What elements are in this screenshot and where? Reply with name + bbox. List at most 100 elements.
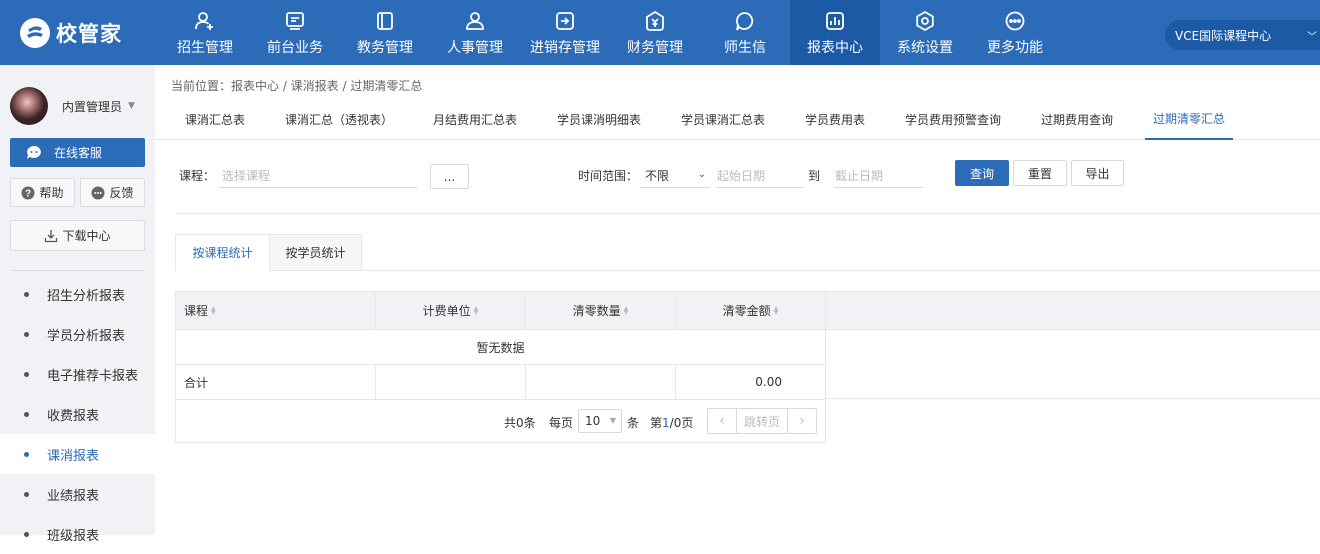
settings-icon xyxy=(914,9,936,33)
export-button[interactable]: 导出 xyxy=(1071,160,1124,186)
report-icon xyxy=(824,9,846,33)
inventory-icon xyxy=(554,9,576,33)
user-name: 内置管理员 xyxy=(62,99,123,114)
org-selector[interactable]: VCE国际课程中心 ﹀ xyxy=(1165,20,1320,50)
bullet-icon xyxy=(24,291,29,297)
tab-course-consumption-summary[interactable]: 课消汇总表 xyxy=(185,99,245,140)
nav-item-finance[interactable]: 财务管理 xyxy=(610,0,700,65)
chevron-left-icon[interactable]: ‹ xyxy=(708,409,736,433)
help-button[interactable]: ? 帮助 xyxy=(10,178,75,207)
feedback-label: 反馈 xyxy=(109,186,134,200)
feedback-button[interactable]: 反馈 xyxy=(80,178,145,207)
tab-expired-clearing-summary[interactable]: 过期清零汇总 xyxy=(1145,99,1234,140)
nav-item-settings[interactable]: 系统设置 xyxy=(880,0,970,65)
nav-item-inventory[interactable]: 进销存管理 xyxy=(520,0,610,65)
sidebar-item-student-report[interactable]: 学员分析报表 xyxy=(0,314,155,354)
summary-billing-unit xyxy=(376,365,526,400)
tab-monthly-fee-summary[interactable]: 月结费用汇总表 xyxy=(433,99,517,140)
feedback-icon xyxy=(91,186,105,200)
course-filter-label: 课程： xyxy=(179,169,216,183)
tab-expired-fee-query[interactable]: 过期费用查询 xyxy=(1041,99,1113,140)
caret-down-icon: ▼ xyxy=(609,416,616,425)
time-range-select[interactable]: 不限 ⌄ xyxy=(640,164,710,188)
nav-item-front-desk[interactable]: 前台业务 xyxy=(250,0,340,65)
sidebar-divider xyxy=(10,270,145,271)
per-page-label: 每页 xyxy=(549,416,574,430)
bullet-icon xyxy=(24,531,29,537)
nav-item-hr[interactable]: 人事管理 xyxy=(430,0,520,65)
question-icon: ? xyxy=(21,186,35,200)
sidebar-item-referral-card-report[interactable]: 电子推荐卡报表 xyxy=(0,354,155,394)
download-center-label: 下载中心 xyxy=(62,229,111,243)
time-range-value: 不限 xyxy=(645,169,670,183)
brand-logo[interactable]: 校管家 xyxy=(0,0,155,65)
logo-icon xyxy=(20,17,50,48)
download-icon xyxy=(44,229,58,243)
pagination: 共0条 每页 10 ▼ 条 第1/0页 ‹ 跳转页 › xyxy=(176,400,825,442)
brand-name: 校管家 xyxy=(56,21,122,46)
person-icon xyxy=(464,9,486,33)
start-date-input[interactable]: 起始日期 xyxy=(716,164,804,188)
caret-down-icon: ▼ xyxy=(128,101,135,111)
person-plus-icon xyxy=(194,9,216,33)
total-count: 共0条 xyxy=(504,416,536,430)
page-size-value: 10 xyxy=(585,414,601,428)
nav-item-reports[interactable]: 报表中心 xyxy=(790,0,880,65)
sidebar-item-fee-report[interactable]: 收费报表 xyxy=(0,394,155,434)
bullet-icon xyxy=(24,371,29,377)
course-input[interactable]: 选择课程 xyxy=(219,164,417,188)
tab-student-fee-warning[interactable]: 学员费用预警查询 xyxy=(905,99,1001,140)
query-button[interactable]: 查询 xyxy=(955,160,1009,186)
nav-item-more[interactable]: 更多功能 xyxy=(970,0,1060,65)
tab-by-student[interactable]: 按学员统计 xyxy=(269,234,362,271)
help-label: 帮助 xyxy=(39,186,64,200)
end-date-input[interactable]: 截止日期 xyxy=(834,164,923,188)
chevron-right-icon[interactable]: › xyxy=(788,409,816,433)
summary-quantity xyxy=(526,365,676,400)
pager-controls: ‹ 跳转页 › xyxy=(707,408,817,434)
table-extension-line xyxy=(826,398,1320,399)
nav-item-academic[interactable]: 教务管理 xyxy=(340,0,430,65)
monitor-icon xyxy=(284,9,306,33)
online-service-button[interactable]: 在线客服 xyxy=(10,138,145,167)
bullet-icon xyxy=(24,491,29,497)
filter-divider xyxy=(175,213,1320,214)
course-picker-button[interactable]: ... xyxy=(430,164,469,189)
chat-icon xyxy=(734,9,756,33)
tab-consumption-pivot[interactable]: 课消汇总（透视表） xyxy=(285,99,393,140)
tab-student-consumption-summary[interactable]: 学员课消汇总表 xyxy=(681,99,765,140)
tab-by-course[interactable]: 按课程统计 xyxy=(175,234,270,271)
sidebar-item-enrollment-report[interactable]: 招生分析报表 xyxy=(0,274,155,314)
breadcrumb: 当前位置：报表中心 / 课消报表 / 过期清零汇总 xyxy=(171,79,423,93)
current-page: 1 xyxy=(662,416,670,430)
book-icon xyxy=(374,9,396,33)
sidebar-item-class-report[interactable]: 班级报表 xyxy=(0,514,155,554)
page-indicator: 第1/0页 xyxy=(650,416,694,430)
empty-data-message: 暂无数据 xyxy=(176,331,825,365)
bullet-icon xyxy=(24,451,29,457)
bullet-icon xyxy=(24,331,29,337)
chevron-down-icon: ﹀ xyxy=(1307,32,1317,43)
chevron-down-icon: ⌄ xyxy=(697,169,706,180)
report-tab-bar: 课消汇总表 课消汇总（透视表） 月结费用汇总表 学员课消明细表 学员课消汇总表 … xyxy=(155,99,1320,140)
online-service-label: 在线客服 xyxy=(54,146,103,160)
jump-page-input[interactable]: 跳转页 xyxy=(736,409,788,433)
nav-item-enrollment[interactable]: 招生管理 xyxy=(160,0,250,65)
download-center-button[interactable]: 下载中心 xyxy=(10,220,145,251)
svg-text:?: ? xyxy=(25,188,31,199)
sidebar: 内置管理员 ▼ 在线客服 ? 帮助 反馈 下载中心 招生分析报表 学员分析报表 … xyxy=(0,65,155,544)
reset-button[interactable]: 重置 xyxy=(1013,160,1067,186)
chat-bubble-icon xyxy=(26,145,42,161)
user-menu[interactable]: 内置管理员 ▼ xyxy=(10,85,150,127)
avatar xyxy=(10,87,48,125)
tab-student-consumption-detail[interactable]: 学员课消明细表 xyxy=(557,99,641,140)
sidebar-item-performance-report[interactable]: 业绩报表 xyxy=(0,474,155,514)
bullet-icon xyxy=(24,411,29,417)
tab-student-fee[interactable]: 学员费用表 xyxy=(805,99,865,140)
nav-item-messaging[interactable]: 师生信 xyxy=(700,0,790,65)
page-size-select[interactable]: 10 ▼ xyxy=(578,409,622,433)
org-selector-label: VCE国际课程中心 xyxy=(1175,28,1272,43)
summary-amount: 0.00 xyxy=(676,365,826,400)
top-navigation-bar: 校管家 招生管理 前台业务 教务管理 人事管理 进销存管理 财务管理 师生信 报… xyxy=(0,0,1320,65)
sidebar-item-consumption-report[interactable]: 课消报表 xyxy=(0,434,155,474)
